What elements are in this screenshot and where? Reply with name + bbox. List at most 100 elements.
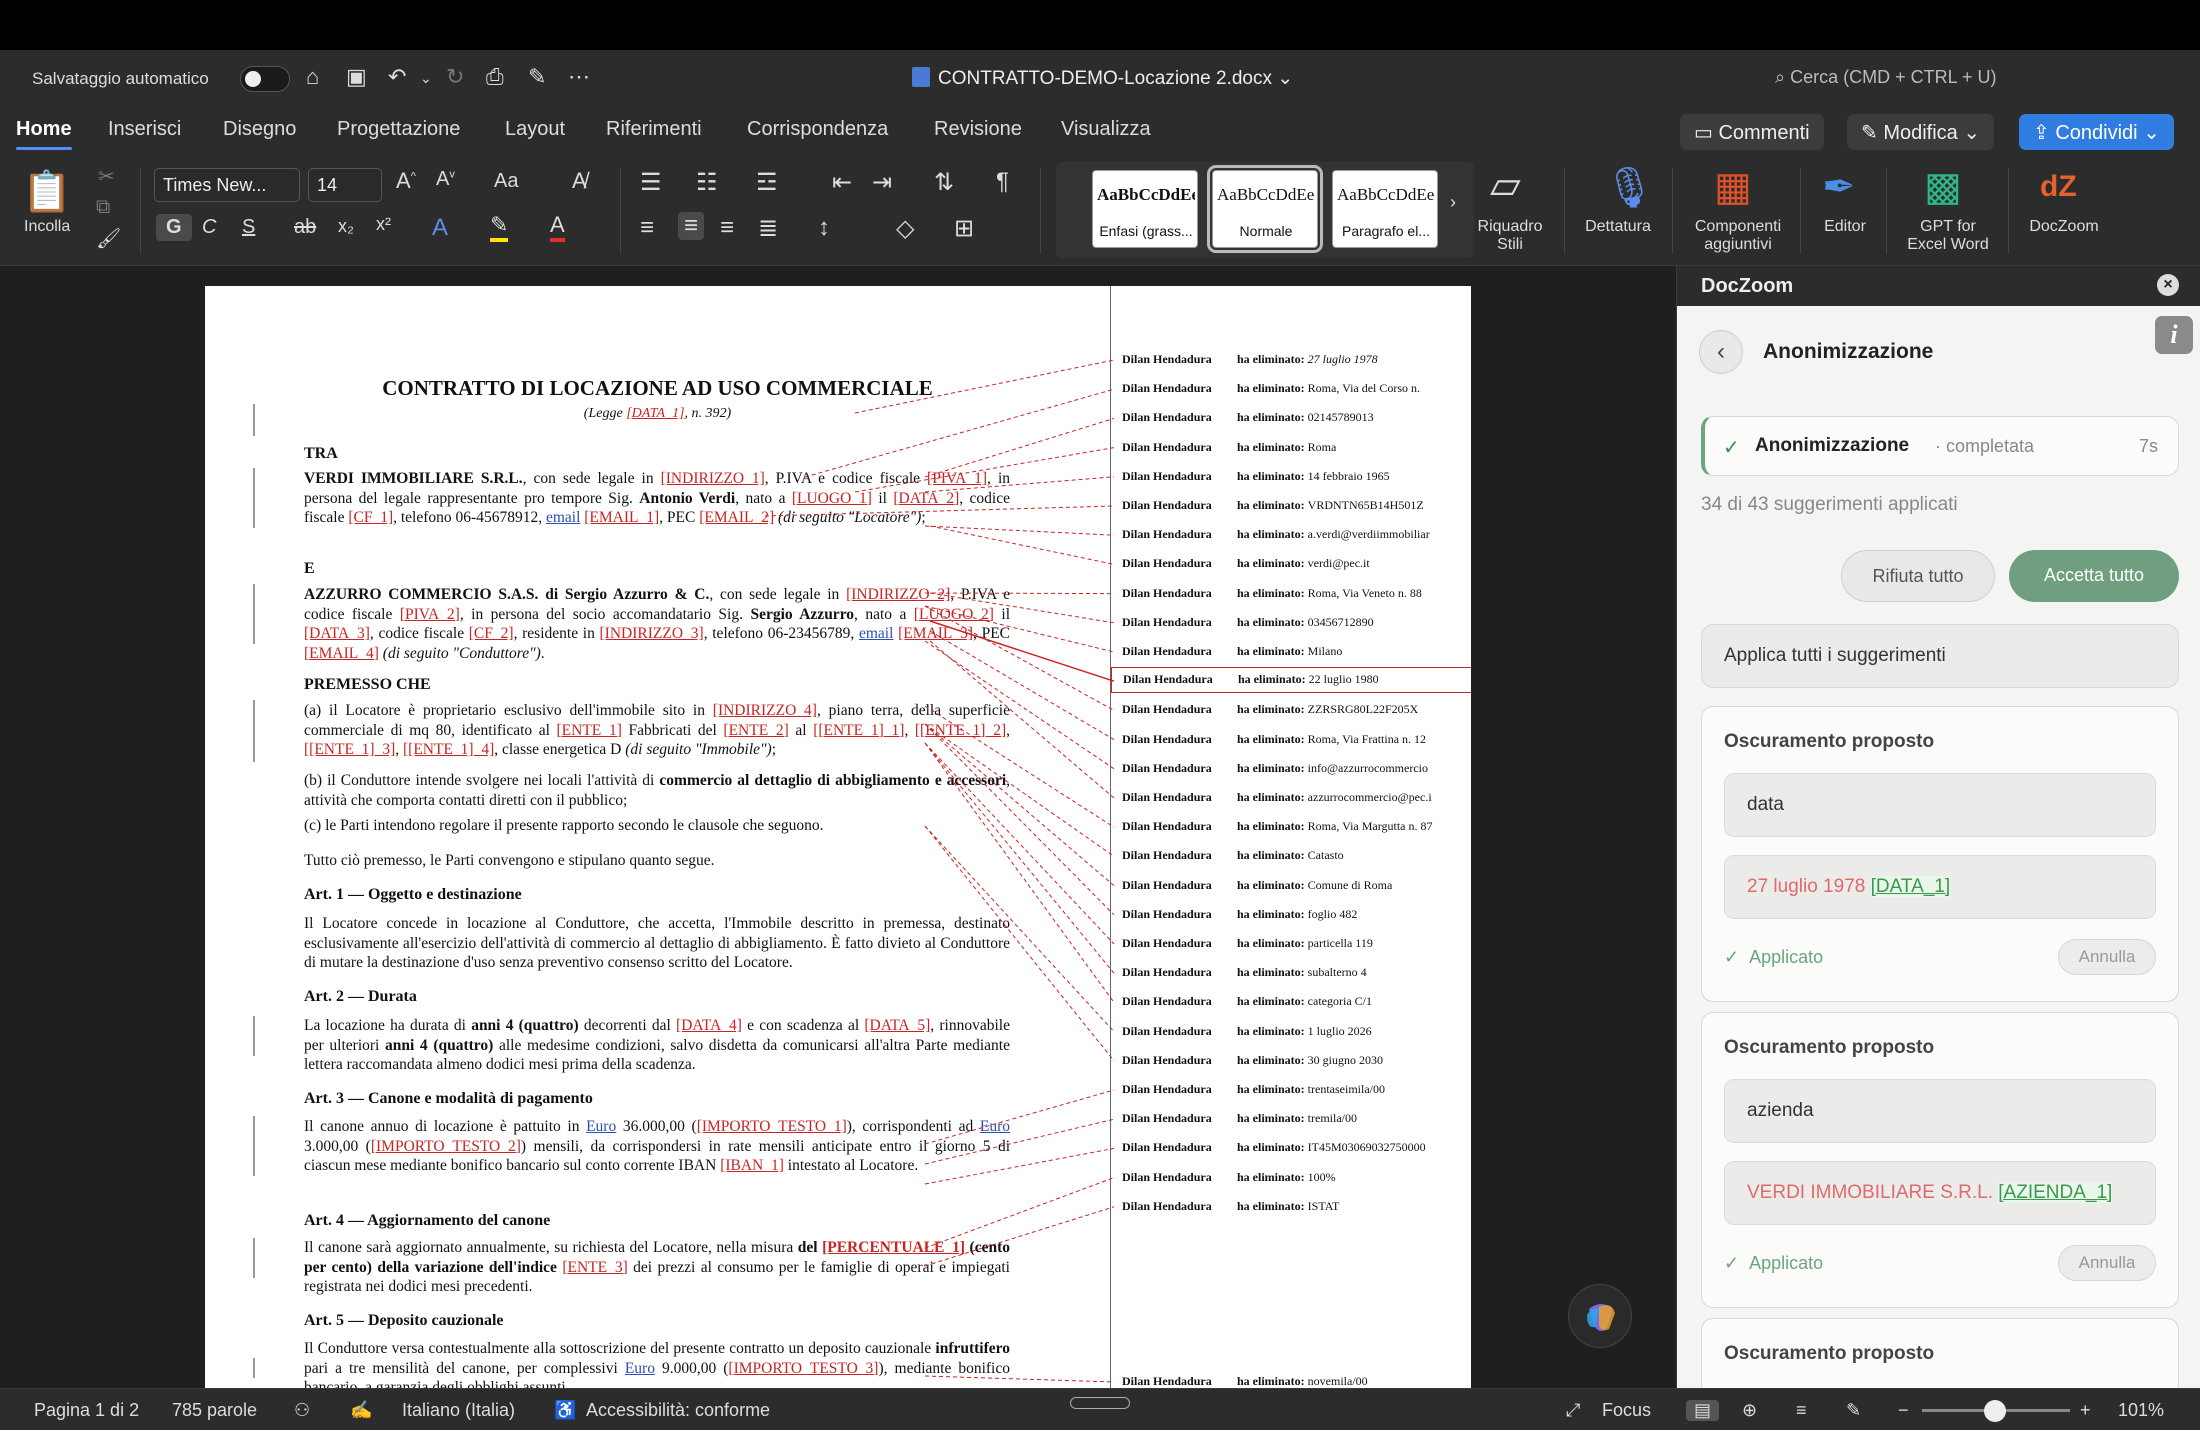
format-painter-icon[interactable]: 🖌 — [96, 226, 121, 251]
add-ins-icon[interactable]: ▦ — [1714, 164, 1752, 210]
margin-comment[interactable]: Dilan Hendadura ha eliminato: Roma, Via d… — [1122, 381, 1467, 396]
dictation-icon[interactable]: 🎙 — [1604, 164, 1655, 211]
focus-mode[interactable]: Focus — [1602, 1400, 1651, 1421]
multilevel-list-icon[interactable]: ☲ — [756, 168, 778, 197]
strikethrough-icon[interactable]: ab — [294, 216, 316, 239]
tab-references[interactable]: Riferimenti — [606, 118, 702, 141]
dictation-label[interactable]: Dettatura — [1580, 218, 1656, 236]
comments-button[interactable]: ▭ Commenti — [1680, 114, 1824, 150]
styles-pane-icon[interactable]: ▱ — [1490, 162, 1521, 208]
numbered-list-icon[interactable]: ☷ — [696, 168, 718, 197]
tab-draw[interactable]: Disegno — [223, 118, 296, 141]
doczoom-label[interactable]: DocZoom — [2018, 218, 2110, 236]
tab-mailings[interactable]: Corrispondenza — [747, 118, 888, 141]
web-layout-icon[interactable]: ⊕ — [1742, 1400, 1757, 1421]
margin-comment[interactable]: Dilan Hendadura ha eliminato: 30 giugno 2… — [1122, 1053, 1467, 1068]
font-color-icon[interactable]: A — [550, 212, 565, 242]
document-title[interactable]: CONTRATTO-DEMO-Locazione 2.docx ⌄ — [912, 67, 1293, 90]
margin-comment[interactable]: Dilan Hendadura ha eliminato: 27 luglio 1… — [1122, 352, 1467, 367]
grow-font-icon[interactable]: A^ — [396, 168, 416, 194]
margin-comment[interactable]: Dilan Hendadura ha eliminato: subalterno … — [1122, 965, 1467, 980]
outline-view-icon[interactable]: ≡ — [1796, 1400, 1807, 1421]
margin-comment[interactable]: Dilan Hendadura ha eliminato: VRDNTN65B14… — [1122, 498, 1467, 513]
pilcrow-icon[interactable]: ¶ — [996, 168, 1009, 196]
apply-all-suggestions-button[interactable]: Applica tutti i suggerimenti — [1701, 624, 2179, 688]
margin-comment[interactable]: Dilan Hendadura ha eliminato: trentaseimi… — [1122, 1082, 1467, 1097]
undo-dropdown-icon[interactable]: ⌄ — [420, 70, 432, 87]
zoom-slider-handle[interactable] — [1984, 1400, 2006, 1422]
margin-comment[interactable]: Dilan Hendadura ha eliminato: ZZRSRG80L22… — [1122, 702, 1467, 717]
margin-comment[interactable]: Dilan Hendadura ha eliminato: tremila/00 — [1122, 1111, 1467, 1126]
print-icon[interactable]: ⎙ — [486, 64, 504, 90]
more-icon[interactable]: ⋯ — [568, 64, 590, 90]
margin-comment[interactable]: Dilan Hendadura ha eliminato: novemila/00 — [1122, 1374, 1467, 1388]
document-page[interactable]: CONTRATTO DI LOCAZIONE AD USO COMMERCIAL… — [205, 286, 1471, 1388]
shading-icon[interactable]: ◇ — [896, 214, 914, 243]
margin-comment[interactable]: Dilan Hendadura ha eliminato: azzurrocomm… — [1122, 790, 1467, 805]
align-center-icon[interactable]: ≡ — [678, 212, 705, 240]
autosave-toggle[interactable] — [240, 66, 290, 92]
bullet-list-icon[interactable]: ☰ — [640, 168, 662, 197]
styles-more-icon[interactable]: › — [1450, 192, 1456, 213]
margin-comment[interactable]: Dilan Hendadura ha eliminato: a.verdi@ver… — [1122, 527, 1467, 542]
gpt-excel-word-label[interactable]: GPT for Excel Word — [1896, 218, 2000, 254]
italic-button[interactable]: C — [202, 216, 216, 239]
zoom-in-icon[interactable]: + — [2080, 1400, 2091, 1421]
page-count[interactable]: Pagina 1 di 2 — [34, 1400, 139, 1421]
sort-icon[interactable]: ⇅ — [934, 168, 954, 197]
margin-comment[interactable]: Dilan Hendadura ha eliminato: Catasto — [1122, 848, 1467, 863]
tab-review[interactable]: Revisione — [934, 118, 1022, 141]
margin-comment[interactable]: Dilan Hendadura ha eliminato: foglio 482 — [1122, 907, 1467, 922]
superscript-icon[interactable]: x² — [376, 214, 391, 235]
increase-indent-icon[interactable]: ⇥ — [872, 168, 892, 197]
accessibility-icon[interactable]: ♿ — [554, 1400, 576, 1421]
editor-label[interactable]: Editor — [1810, 218, 1880, 236]
editor-icon[interactable]: ✒ — [1822, 164, 1856, 210]
style-normal[interactable]: AaBbCcDdEe Normale — [1207, 165, 1323, 253]
accessibility-status[interactable]: Accessibilità: conforme — [586, 1400, 770, 1421]
text-effects-icon[interactable]: A — [432, 214, 448, 242]
margin-comment[interactable]: Dilan Hendadura ha eliminato: 100% — [1122, 1170, 1467, 1185]
borders-icon[interactable]: ⊞ — [954, 214, 974, 243]
line-spacing-icon[interactable]: ↕ — [818, 214, 830, 242]
margin-comment[interactable]: Dilan Hendadura ha eliminato: Roma, Via M… — [1122, 819, 1467, 834]
cut-icon[interactable]: ✂ — [98, 164, 115, 189]
margin-comment[interactable]: Dilan Hendadura ha eliminato: Roma, Via V… — [1122, 586, 1467, 601]
margin-comment[interactable]: Dilan Hendadura ha eliminato: verdi@pec.i… — [1122, 556, 1467, 571]
style-emphasis[interactable]: AaBbCcDdEe Enfasi (grass... — [1092, 170, 1198, 248]
accept-all-button[interactable]: Accetta tutto — [2009, 550, 2179, 602]
print-layout-icon[interactable]: ▤ — [1686, 1400, 1720, 1421]
tab-layout[interactable]: Layout — [505, 118, 565, 141]
gpt-excel-word-icon[interactable]: ▩ — [1924, 164, 1962, 210]
align-right-icon[interactable]: ≡ — [720, 214, 734, 242]
home-icon[interactable]: ⌂ — [306, 64, 319, 90]
copy-icon[interactable]: ⧉ — [96, 196, 110, 219]
margin-comment[interactable]: Dilan Hendadura ha eliminato: IT45M030690… — [1122, 1140, 1467, 1155]
decrease-indent-icon[interactable]: ⇤ — [832, 168, 852, 197]
undo-button[interactable]: Annulla — [2058, 1245, 2156, 1281]
search-box[interactable]: ⌕ Cerca (CMD + CTRL + U) — [1775, 67, 1996, 88]
bold-button[interactable]: G — [156, 214, 192, 241]
tab-view[interactable]: Visualizza — [1061, 118, 1151, 141]
zoom-level[interactable]: 101% — [2118, 1400, 2164, 1421]
undo-icon[interactable]: ↶ — [388, 64, 406, 90]
draft-view-icon[interactable]: ✎ — [1846, 1400, 1861, 1421]
add-ins-label[interactable]: Componenti aggiuntivi — [1686, 218, 1790, 254]
focus-icon[interactable]: ⤢ — [1566, 1400, 1580, 1421]
margin-comment[interactable]: Dilan Hendadura ha eliminato: 1 luglio 20… — [1122, 1024, 1467, 1039]
margin-comment[interactable]: Dilan Hendadura ha eliminato: categoria C… — [1122, 994, 1467, 1009]
clear-format-icon[interactable]: A̸ — [572, 168, 587, 194]
margin-comment[interactable]: Dilan Hendadura ha eliminato: Roma, Via F… — [1122, 732, 1467, 747]
copilot-button[interactable] — [1568, 1284, 1632, 1348]
margin-comment[interactable]: Dilan Hendadura ha eliminato: 02145789013 — [1122, 410, 1467, 425]
font-size-select[interactable]: 14 — [308, 168, 382, 202]
proofing-icon[interactable]: ✍ — [350, 1400, 372, 1421]
draw-tools-icon[interactable]: ✎ — [528, 64, 546, 90]
tab-design[interactable]: Progettazione — [337, 118, 460, 141]
margin-comment[interactable]: Dilan Hendadura ha eliminato: 14 febbraio… — [1122, 469, 1467, 484]
change-case-icon[interactable]: Aa — [494, 170, 518, 193]
paste-label[interactable]: Incolla — [24, 218, 70, 236]
paste-icon[interactable]: 📋 — [22, 168, 72, 215]
reject-all-button[interactable]: Rifiuta tutto — [1841, 550, 1995, 602]
subscript-icon[interactable]: x₂ — [338, 216, 354, 237]
